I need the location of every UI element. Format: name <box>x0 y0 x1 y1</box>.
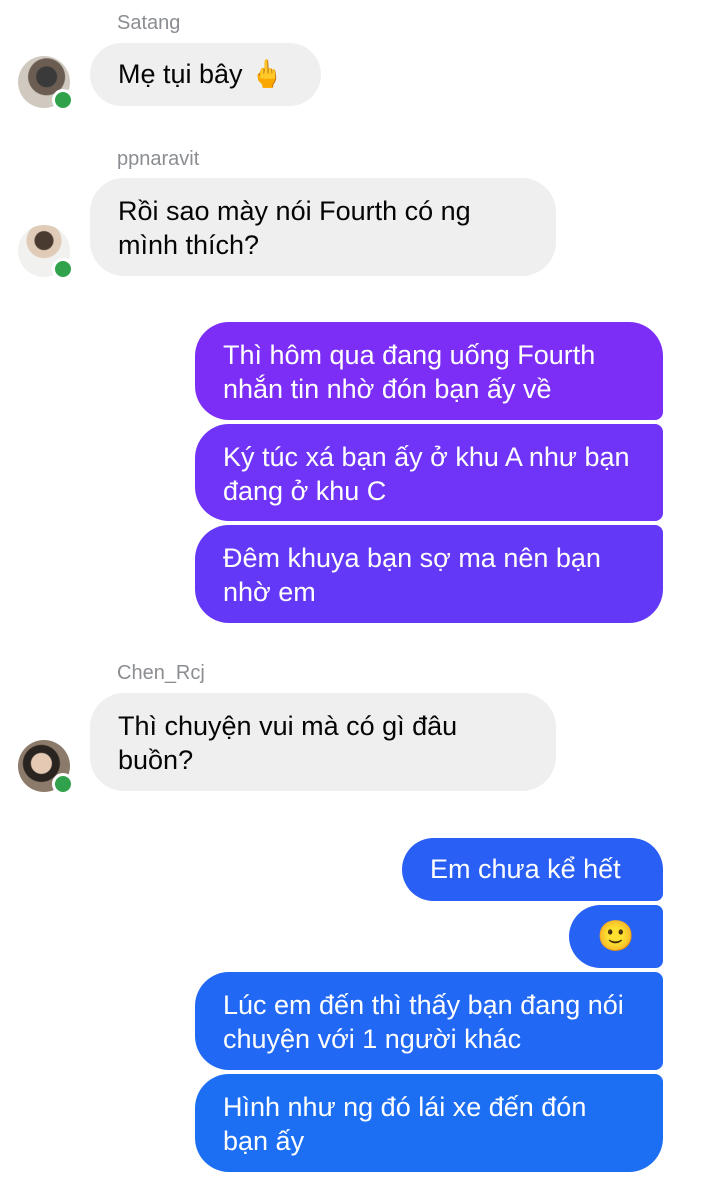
message-bubble-incoming[interactable]: Rồi sao mày nói Fourth có ng mình thích? <box>90 178 556 276</box>
avatar-chen-rcj[interactable] <box>18 740 74 795</box>
message-bubble-outgoing[interactable]: Ký túc xá bạn ấy ở khu A như bạn đang ở … <box>195 424 663 521</box>
avatar-ppnaravit[interactable] <box>18 225 74 280</box>
sender-name-chen-rcj: Chen_Rcj <box>117 662 205 684</box>
online-status-dot <box>52 773 74 795</box>
message-bubble-outgoing-emoji[interactable]: 🙂 <box>569 905 663 968</box>
message-bubble-incoming[interactable]: Mẹ tụi bây 🖕 <box>90 43 321 106</box>
message-bubble-outgoing[interactable]: Lúc em đến thì thấy bạn đang nói chuyện … <box>195 972 663 1070</box>
message-bubble-incoming[interactable]: Thì chuyện vui mà có gì đâu buồn? <box>90 693 556 791</box>
online-status-dot <box>52 89 74 111</box>
online-status-dot <box>52 258 74 280</box>
sender-name-satang: Satang <box>117 12 181 34</box>
message-bubble-outgoing[interactable]: Hình như ng đó lái xe đến đón bạn ấy <box>195 1074 663 1172</box>
avatar-satang[interactable] <box>18 56 74 111</box>
message-bubble-outgoing[interactable]: Đêm khuya bạn sợ ma nên bạn nhờ em <box>195 525 663 623</box>
sender-name-ppnaravit: ppnaravit <box>117 148 200 170</box>
message-bubble-outgoing[interactable]: Em chưa kể hết <box>402 838 663 901</box>
message-bubble-outgoing[interactable]: Thì hôm qua đang uống Fourth nhắn tin nh… <box>195 322 663 420</box>
